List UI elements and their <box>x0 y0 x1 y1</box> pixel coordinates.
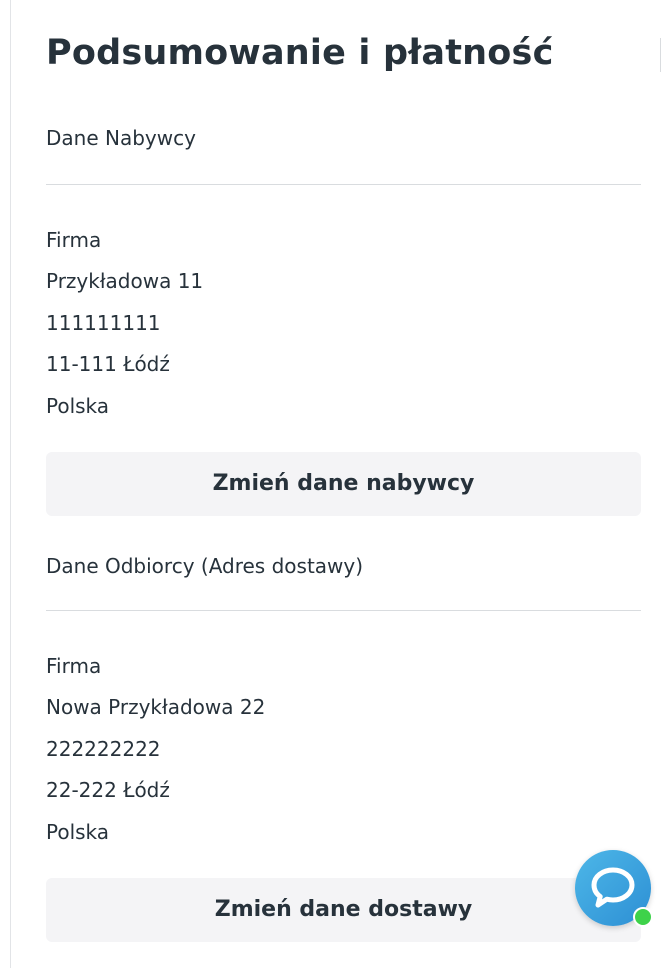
page-title: Podsumowanie i płatność <box>46 33 554 73</box>
buyer-divider <box>46 184 641 185</box>
recipient-postal-city: 22-222 Łódź <box>46 778 170 802</box>
recipient-country: Polska <box>46 820 110 844</box>
buyer-phone: 111111111 <box>46 311 161 335</box>
buyer-street: Przykładowa 11 <box>46 269 204 293</box>
change-buyer-button[interactable]: Zmień dane nabywcy <box>46 452 641 516</box>
buyer-company: Firma <box>46 228 102 252</box>
buyer-country: Polska <box>46 394 110 418</box>
recipient-section-label: Dane Odbiorcy (Adres dostawy) <box>46 554 364 578</box>
recipient-phone: 222222222 <box>46 737 161 761</box>
recipient-company: Firma <box>46 654 102 678</box>
buyer-section-label: Dane Nabywcy <box>46 126 196 150</box>
recipient-street: Nowa Przykładowa 22 <box>46 695 266 719</box>
recipient-divider <box>46 610 641 611</box>
chat-bubble-icon <box>591 867 635 908</box>
summary-page: Podsumowanie i płatność Dane Nabywcy Fir… <box>0 0 663 968</box>
right-panel-edge <box>660 38 661 72</box>
left-panel-border <box>10 0 11 968</box>
change-delivery-button[interactable]: Zmień dane dostawy <box>46 878 641 942</box>
online-status-dot <box>633 907 653 927</box>
buyer-postal-city: 11-111 Łódź <box>46 352 170 376</box>
